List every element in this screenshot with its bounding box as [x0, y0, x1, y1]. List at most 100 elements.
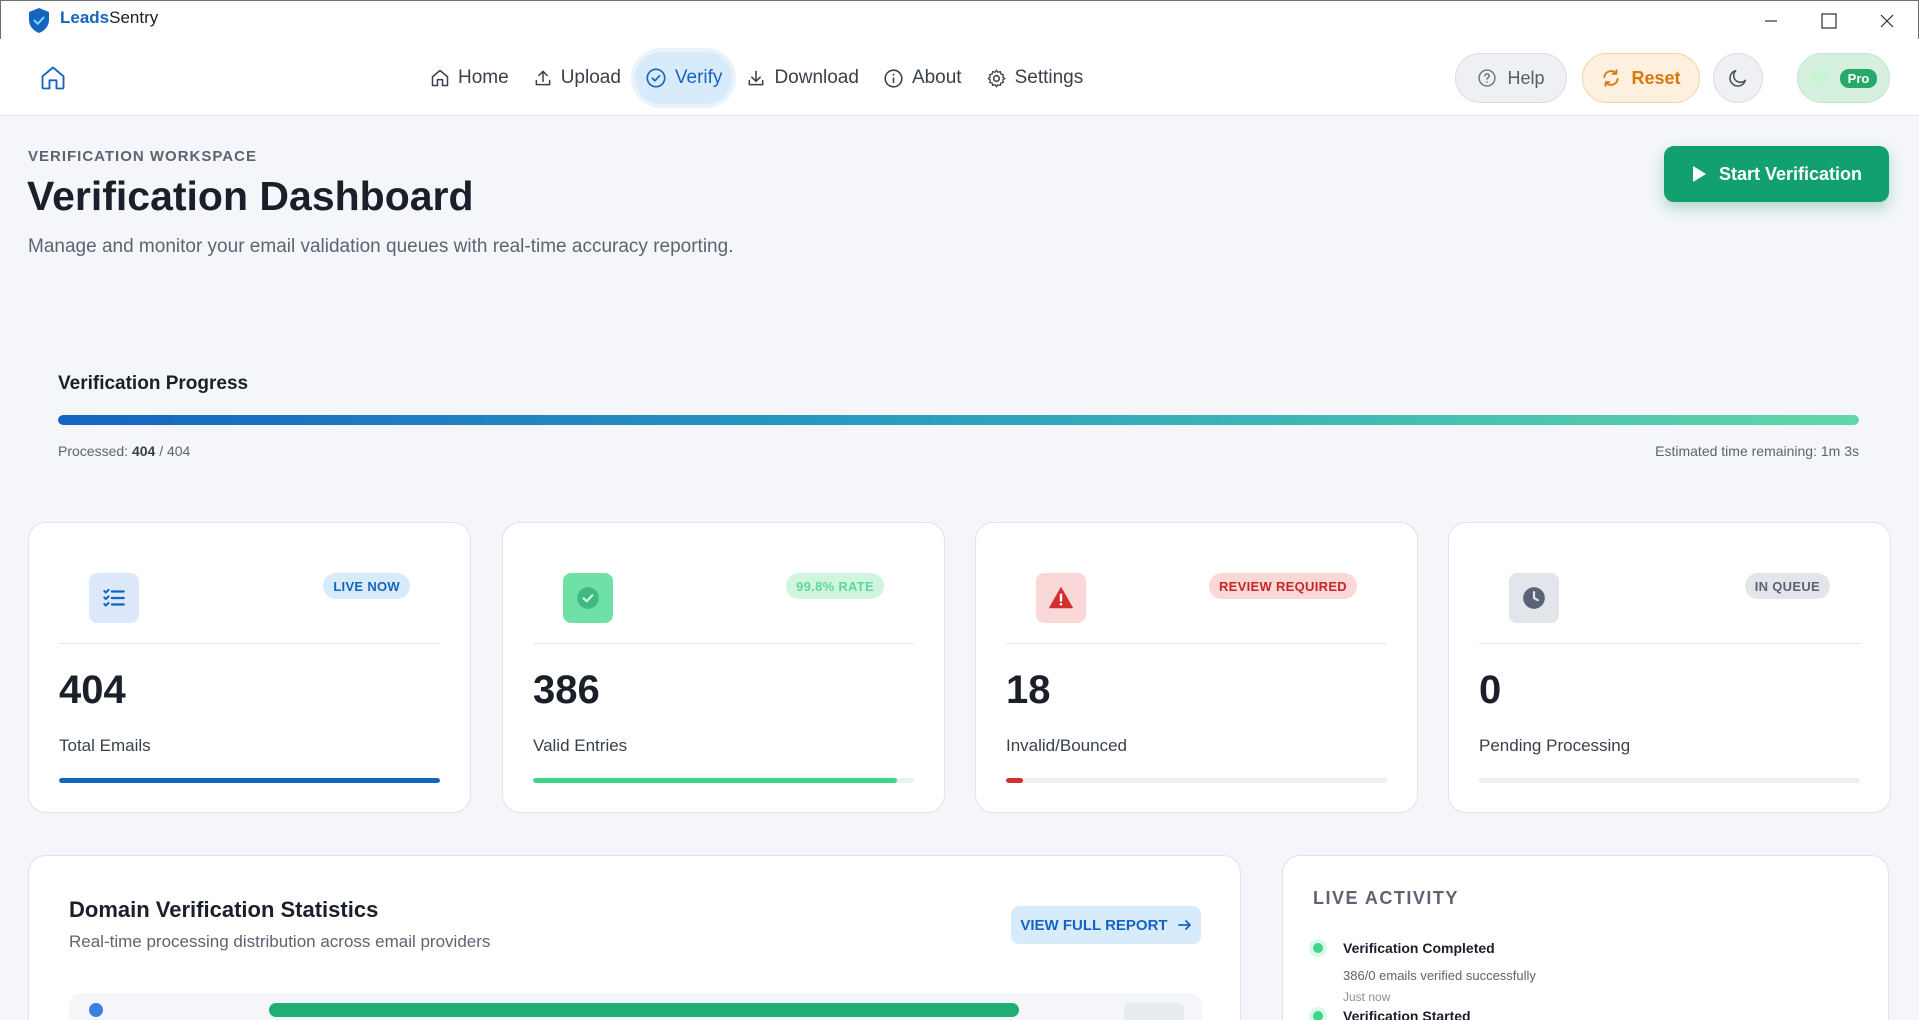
review-required-badge: REVIEW REQUIRED	[1208, 573, 1357, 599]
activity-dot	[1313, 1011, 1323, 1020]
valid-entries-value: 386	[533, 668, 600, 712]
top-navbar: Home Upload Verify Download About Settin…	[0, 39, 1919, 116]
total-emails-card: LIVE NOW 404 Total Emails	[28, 522, 471, 813]
nav-download-label: Download	[774, 67, 859, 88]
domain-dot	[89, 1003, 103, 1017]
reset-label: Reset	[1631, 67, 1681, 88]
close-icon	[1880, 14, 1894, 27]
toggle-knob	[1809, 68, 1830, 88]
rate-badge: 99.8% RATE	[786, 573, 884, 599]
arrow-right-icon	[1177, 920, 1191, 930]
start-verification-button[interactable]: Start Verification	[1664, 146, 1889, 202]
page-title: Verification Dashboard	[27, 173, 474, 219]
page-eyebrow: VERIFICATION WORKSPACE	[28, 148, 257, 165]
clock-icon	[1509, 573, 1559, 623]
total-emails-bar	[59, 778, 440, 783]
start-verification-label: Start Verification	[1718, 163, 1863, 184]
activity-time: Just now	[1343, 990, 1391, 1004]
help-button[interactable]: Help	[1455, 53, 1567, 103]
live-activity-title: LIVE ACTIVITY	[1313, 888, 1459, 908]
invalid-bounced-card: REVIEW REQUIRED 18 Invalid/Bounced	[975, 522, 1418, 813]
total-emails-bar-fill	[59, 778, 440, 783]
pro-badge: Pro	[1839, 68, 1878, 88]
domain-statistics-panel: Domain Verification Statistics Real-time…	[28, 855, 1241, 1020]
help-label: Help	[1507, 67, 1545, 88]
view-full-report-label: VIEW FULL REPORT	[1020, 916, 1168, 934]
valid-entries-bar	[533, 778, 914, 783]
progress-bar	[58, 415, 1859, 425]
home-icon	[41, 66, 65, 90]
list-checks-icon	[89, 573, 139, 623]
activity-heading: Verification Completed	[1343, 940, 1495, 956]
progress-title: Verification Progress	[58, 373, 249, 394]
valid-entries-label: Valid Entries	[533, 736, 628, 755]
time-remaining: Estimated time remaining: 1m 3s	[1655, 443, 1859, 459]
window-titlebar: LeadsSentry	[0, 0, 1919, 39]
card-divider	[1479, 643, 1860, 644]
nav-home-label: Home	[458, 67, 509, 88]
view-full-report-button[interactable]: VIEW FULL REPORT	[1011, 906, 1201, 944]
nav-verify-label: Verify	[674, 67, 723, 88]
gear-icon	[987, 69, 1006, 87]
pending-processing-card: IN QUEUE 0 Pending Processing	[1448, 522, 1891, 813]
valid-entries-card: 99.8% RATE 386 Valid Entries	[502, 522, 945, 813]
close-button[interactable]	[1858, 1, 1916, 40]
check-circle-icon	[563, 573, 613, 623]
invalid-label: Invalid/Bounced	[1006, 736, 1127, 755]
domain-stats-title: Domain Verification Statistics	[69, 897, 379, 922]
nav-upload[interactable]: Upload	[523, 52, 631, 104]
warning-icon	[1036, 573, 1086, 623]
page-subtitle: Manage and monitor your email validation…	[28, 236, 734, 257]
minimize-button[interactable]	[1742, 1, 1800, 40]
shield-logo-icon	[29, 8, 49, 33]
domain-bar	[269, 1003, 1019, 1017]
reset-button[interactable]: Reset	[1582, 53, 1700, 103]
live-now-badge: LIVE NOW	[323, 573, 410, 599]
domain-row	[69, 993, 1202, 1020]
pending-value: 0	[1479, 668, 1502, 712]
invalid-value: 18	[1006, 668, 1051, 712]
domain-count-pill	[1124, 1003, 1184, 1020]
app-title: LeadsSentry	[60, 8, 159, 27]
download-icon	[749, 70, 764, 86]
info-icon	[884, 68, 903, 88]
card-divider	[59, 643, 440, 644]
nav-upload-label: Upload	[560, 67, 621, 88]
nav-download[interactable]: Download	[736, 52, 869, 104]
card-divider	[533, 643, 914, 644]
home-logo-button[interactable]	[30, 55, 76, 101]
nav-settings[interactable]: Settings	[976, 52, 1094, 104]
invalid-bar	[1006, 778, 1387, 783]
check-circle-icon	[646, 68, 666, 88]
home-icon	[431, 69, 449, 87]
maximize-button[interactable]	[1800, 1, 1858, 40]
moon-icon	[1729, 69, 1747, 87]
progress-bar-fill	[58, 415, 1859, 425]
card-divider	[1006, 643, 1387, 644]
play-icon	[1692, 166, 1706, 182]
pro-toggle[interactable]: Pro	[1797, 53, 1890, 103]
nav-home[interactable]: Home	[420, 52, 519, 104]
nav-settings-label: Settings	[1014, 67, 1084, 88]
nav-about-label: About	[911, 67, 962, 88]
main-nav: Home Upload Verify Download About Settin…	[420, 50, 1093, 106]
domain-stats-subtitle: Real-time processing distribution across…	[69, 932, 491, 951]
activity-detail: 386/0 emails verified successfully	[1343, 968, 1536, 983]
activity-heading: Verification Started	[1343, 1008, 1471, 1020]
in-queue-badge: IN QUEUE	[1744, 573, 1830, 599]
maximize-icon	[1821, 12, 1837, 29]
total-emails-value: 404	[59, 668, 126, 712]
activity-dot	[1313, 943, 1323, 953]
refresh-icon	[1603, 69, 1620, 87]
pending-label: Pending Processing	[1479, 736, 1631, 755]
nav-verify[interactable]: Verify	[634, 52, 733, 104]
live-activity-panel: LIVE ACTIVITY Verification Completed 386…	[1282, 855, 1889, 1020]
theme-toggle-button[interactable]	[1713, 53, 1763, 103]
minimize-icon	[1765, 19, 1777, 22]
help-circle-icon	[1478, 69, 1497, 87]
total-emails-label: Total Emails	[59, 736, 151, 755]
nav-about[interactable]: About	[873, 52, 972, 104]
invalid-bar-fill	[1006, 778, 1024, 783]
processed-count: Processed: 404 / 404	[58, 443, 191, 459]
valid-entries-bar-fill	[533, 778, 897, 783]
